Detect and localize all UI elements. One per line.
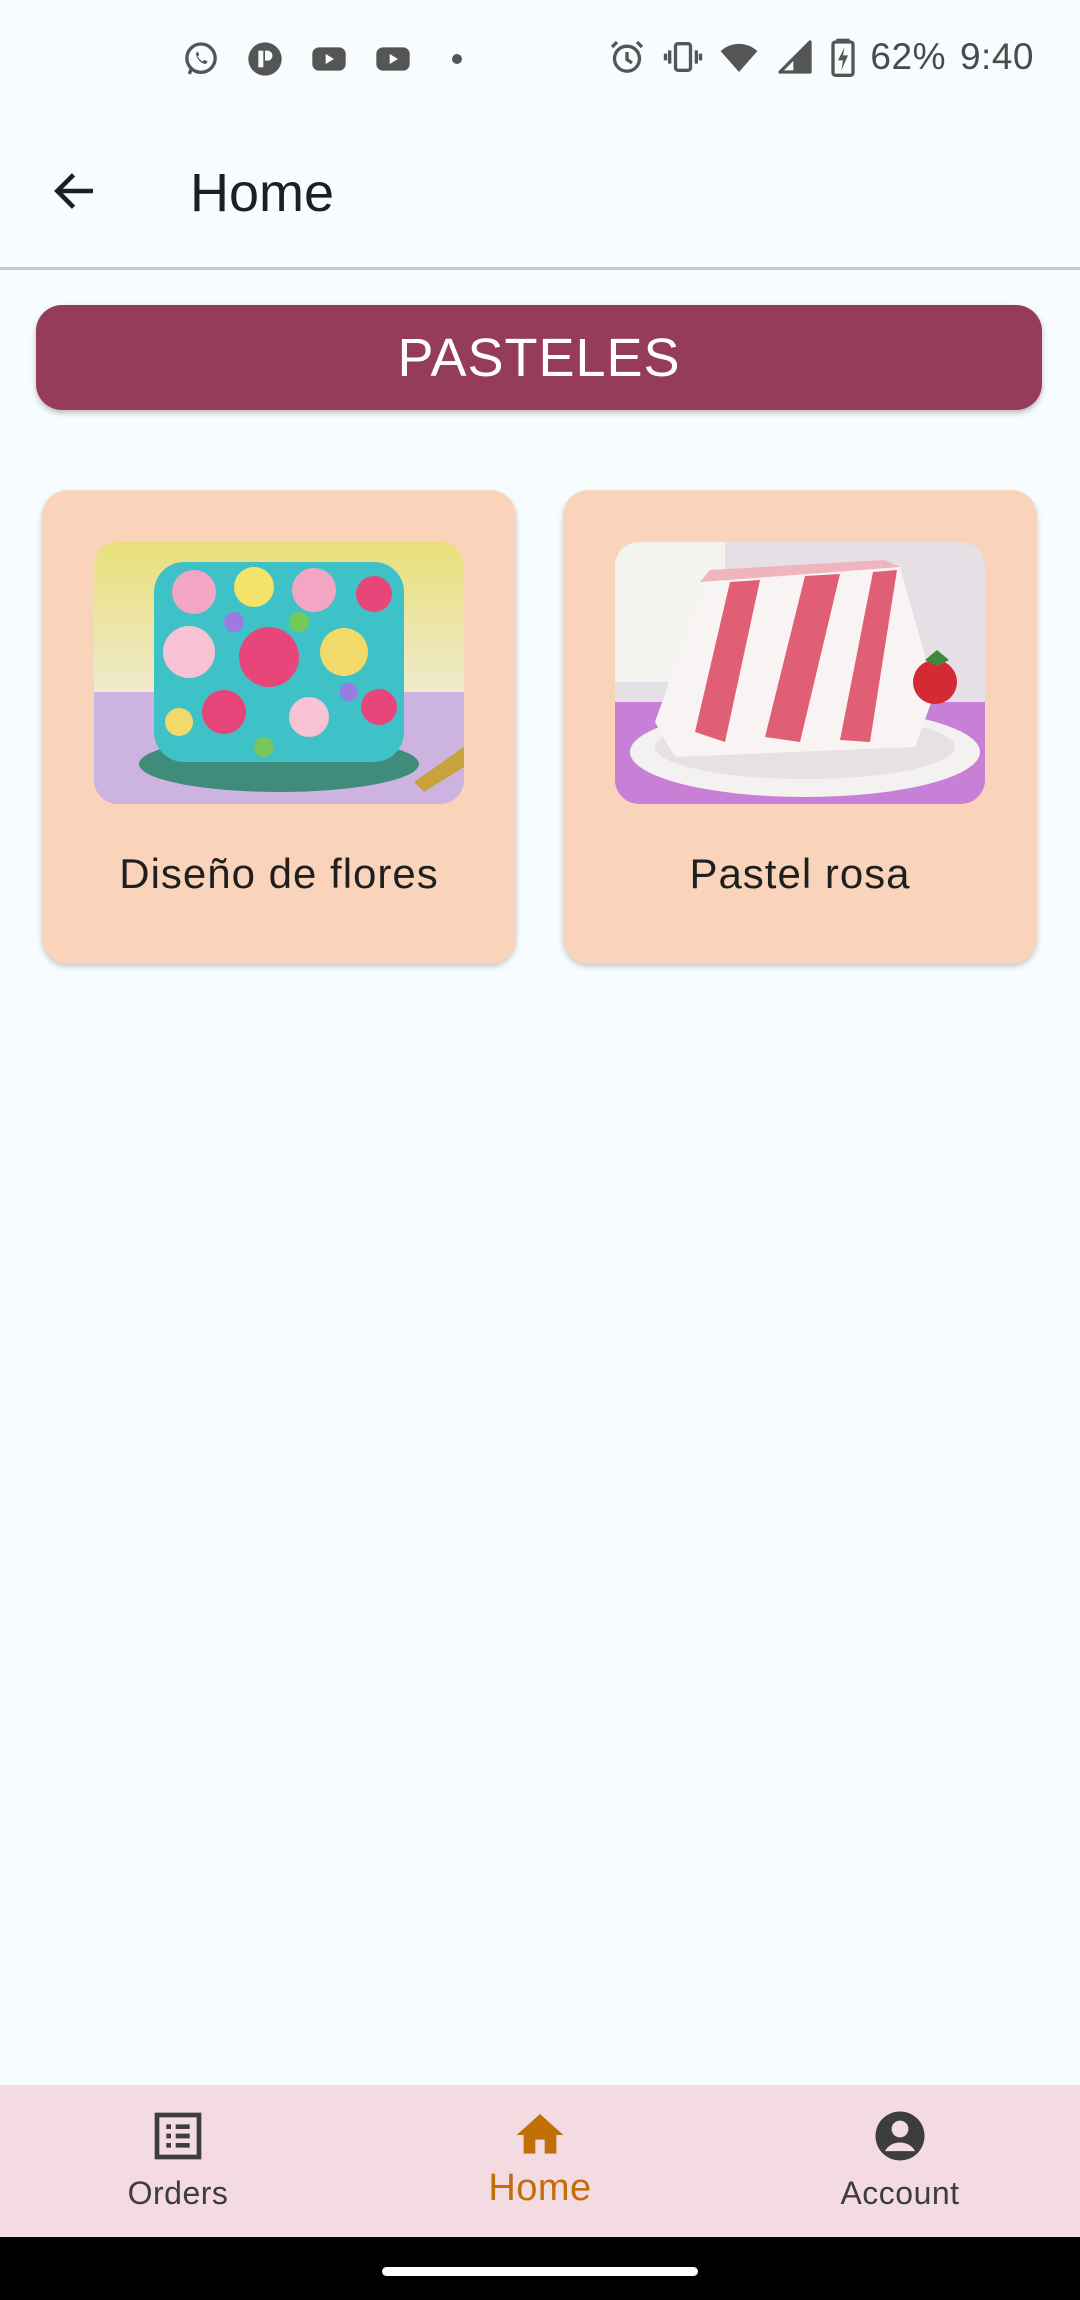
home-gesture-handle[interactable]	[382, 2267, 698, 2276]
signal-icon	[774, 36, 816, 78]
app-p-icon	[244, 38, 286, 80]
notification-icons	[180, 38, 462, 80]
product-name: Pastel rosa	[689, 850, 911, 897]
alarm-icon	[606, 36, 648, 78]
nav-label-account: Account	[840, 2175, 960, 2211]
category-title: PASTELES	[397, 327, 681, 388]
screen: 62% 9:40 Home PASTELES Diseño de flores …	[0, 0, 1080, 2300]
arrow-back-icon	[54, 173, 93, 209]
flower-cake-image	[94, 542, 464, 804]
nav-label-home: Home	[488, 2167, 592, 2209]
product-name: Diseño de flores	[119, 850, 439, 897]
nav-item-orders[interactable]: Orders	[48, 2085, 308, 2237]
vibrate-icon	[662, 36, 704, 78]
more-notifications-dot-icon	[452, 54, 462, 64]
account-circle-icon	[872, 2108, 928, 2164]
app-bar: Home	[0, 120, 1080, 270]
list-icon	[150, 2108, 206, 2164]
category-banner: PASTELES	[36, 305, 1042, 410]
clock: 9:40	[959, 36, 1034, 77]
page-title: Home	[190, 163, 335, 223]
bottom-navigation: Orders Home Account	[0, 2085, 1080, 2237]
product-card-pink-cake[interactable]: Pastel rosa	[563, 490, 1037, 964]
whatsapp-icon	[180, 38, 222, 80]
system-status: 62% 9:40	[606, 36, 1034, 78]
youtube-icon	[372, 38, 414, 80]
nav-label-orders: Orders	[127, 2175, 229, 2211]
back-button[interactable]	[38, 155, 110, 227]
battery-percentage: 62%	[870, 36, 946, 77]
product-card-flower-design[interactable]: Diseño de flores	[42, 490, 516, 964]
battery-charging-icon	[830, 36, 856, 78]
nav-item-account[interactable]: Account	[770, 2085, 1030, 2237]
status-bar: 62% 9:40	[0, 0, 1080, 120]
pink-cake-slice-image	[615, 542, 985, 804]
youtube-icon	[308, 38, 350, 80]
system-navigation-bar	[0, 2237, 1080, 2300]
nav-item-home[interactable]: Home	[410, 2085, 670, 2237]
wifi-icon	[718, 36, 760, 78]
home-icon	[512, 2107, 568, 2163]
